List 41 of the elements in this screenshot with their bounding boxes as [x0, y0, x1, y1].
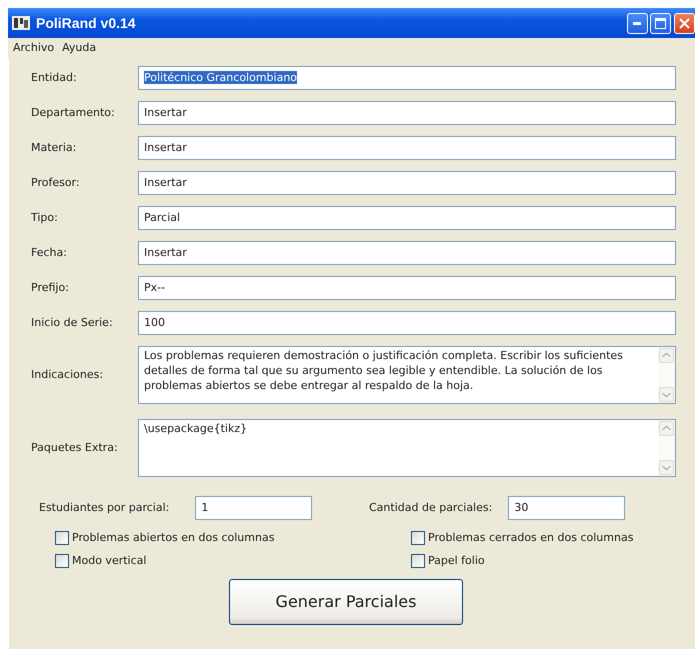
- field-label: Paquetes Extra:: [31, 440, 119, 456]
- close-icon: [679, 18, 690, 28]
- field-label: Entidad:: [31, 70, 78, 86]
- checkbox-label: Modo vertical: [72, 552, 146, 568]
- window-title: PoliRand v0.14: [36, 14, 136, 32]
- input-field[interactable]: Insertar: [138, 136, 676, 160]
- generate-button[interactable]: Generar Parciales: [229, 579, 463, 625]
- input-field[interactable]: Insertar: [138, 241, 676, 265]
- app-icon: [12, 16, 30, 30]
- minimize-button[interactable]: [626, 12, 648, 34]
- checkbox[interactable]: [411, 531, 425, 546]
- input-field[interactable]: Px--: [138, 276, 676, 300]
- field-label: Estudiantes por parcial:: [39, 500, 170, 516]
- checkbox-label: Problemas cerrados en dos columnas: [428, 530, 634, 546]
- checkbox-label: Papel folio: [428, 552, 485, 568]
- checkbox[interactable]: [411, 554, 425, 568]
- field-label: Departamento:: [31, 104, 116, 121]
- menu-item[interactable]: Ayuda: [59, 38, 100, 58]
- input-field[interactable]: 30: [508, 496, 626, 520]
- checkbox[interactable]: [55, 531, 69, 546]
- input-field[interactable]: Insertar: [138, 101, 676, 125]
- input-field[interactable]: Politécnico Grancolombiano: [138, 66, 676, 90]
- field-label: Profesor:: [31, 174, 81, 191]
- checkbox-label: Problemas abiertos en dos columnas: [72, 530, 274, 546]
- field-label: Inicio de Serie:: [31, 314, 114, 331]
- maximize-icon: [655, 18, 666, 28]
- field-label: Materia:: [31, 140, 78, 156]
- field-label: Tipo:: [31, 210, 59, 226]
- checkbox[interactable]: [55, 554, 69, 568]
- field-label: Prefijo:: [31, 280, 70, 296]
- minimize-icon: [633, 22, 641, 24]
- maximize-button[interactable]: [650, 12, 672, 34]
- input-field[interactable]: 100: [138, 311, 676, 335]
- close-button[interactable]: [674, 12, 695, 34]
- input-field[interactable]: Insertar: [138, 171, 676, 195]
- field-label: Fecha:: [31, 244, 68, 261]
- menu-item[interactable]: Archivo: [10, 38, 58, 58]
- input-field[interactable]: 1: [195, 496, 312, 520]
- input-field[interactable]: Parcial: [138, 206, 676, 230]
- field-label: Indicaciones:: [31, 366, 104, 383]
- field-label: Cantidad de parciales:: [369, 500, 492, 516]
